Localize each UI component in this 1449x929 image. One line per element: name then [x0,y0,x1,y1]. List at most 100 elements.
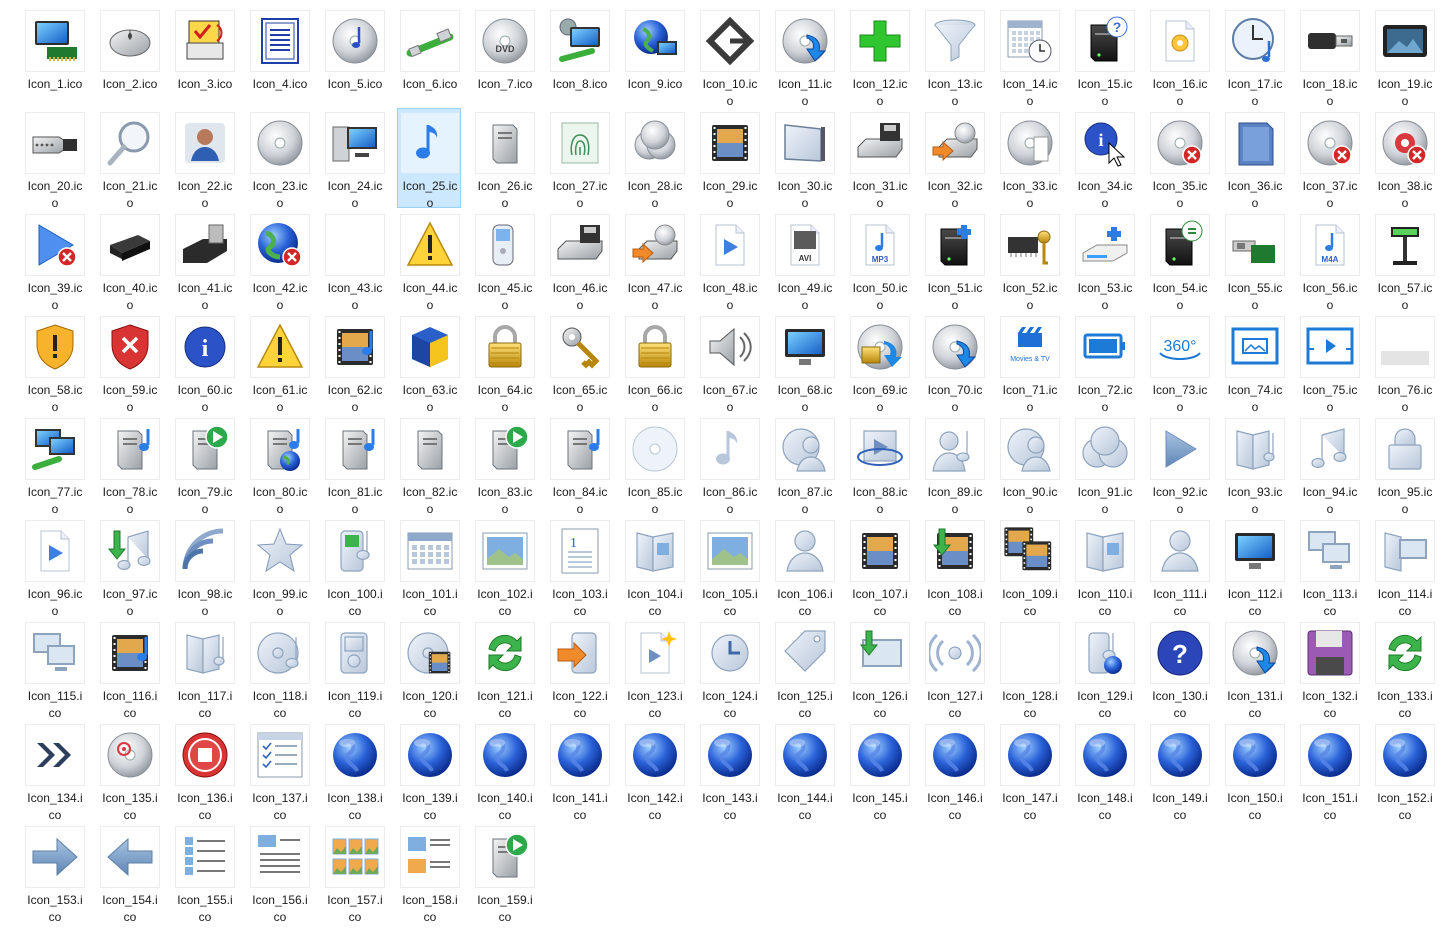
file-item[interactable]: Icon_36.ic o [1222,108,1286,210]
file-item[interactable]: Icon_57.ic o [1372,210,1436,312]
file-item[interactable]: Icon_6.ico [397,6,461,106]
file-item[interactable]: Icon_26.ic o [472,108,536,210]
file-item[interactable]: Icon_66.ic o [622,312,686,414]
file-item[interactable]: Icon_158.i co [397,822,461,924]
file-item[interactable]: Icon_3.ico [172,6,236,106]
file-item[interactable]: Icon_30.ic o [772,108,836,210]
file-item[interactable]: Icon_11.ic o [772,6,836,108]
file-item[interactable]: Icon_10.ic o [697,6,761,108]
file-item[interactable]: Icon_122.i co [547,618,611,720]
file-item[interactable]: Icon_144.i co [772,720,836,822]
file-item[interactable]: Icon_22.ic o [172,108,236,210]
file-item[interactable]: Icon_149.i co [1147,720,1211,822]
file-item[interactable]: Icon_2.ico [97,6,161,106]
file-item[interactable]: Icon_65.ic o [547,312,611,414]
file-item[interactable]: Icon_27.ic o [547,108,611,210]
file-item[interactable]: Icon_104.i co [622,516,686,618]
file-item[interactable]: Icon_153.i co [22,822,86,924]
file-item[interactable]: Icon_74.ic o [1222,312,1286,414]
file-item[interactable]: Icon_110.i co [1072,516,1136,618]
file-item[interactable]: Icon_139.i co [397,720,461,822]
file-item[interactable]: Icon_8.ico [547,6,611,106]
file-item[interactable]: Icon_145.i co [847,720,911,822]
file-item[interactable]: Icon_51.ic o [922,210,986,312]
file-item[interactable]: Icon_47.ic o [622,210,686,312]
file-item[interactable]: Icon_52.ic o [997,210,1061,312]
file-item[interactable]: Icon_151.i co [1297,720,1361,822]
file-item[interactable]: Icon_119.i co [322,618,386,720]
file-item[interactable]: Icon_118.i co [247,618,311,720]
file-item[interactable]: Icon_69.ic o [847,312,911,414]
file-item[interactable]: Icon_37.ic o [1297,108,1361,210]
file-item[interactable]: Icon_45.ic o [472,210,536,312]
file-item[interactable]: Icon_102.i co [472,516,536,618]
file-item[interactable]: Icon_111.i co [1147,516,1211,618]
file-item[interactable]: Icon_101.i co [397,516,461,618]
file-item[interactable]: 360° Icon_73.ic o [1147,312,1211,414]
file-item[interactable]: Icon_76.ic o [1372,312,1436,414]
file-item[interactable]: Icon_113.i co [1297,516,1361,618]
file-item[interactable]: Icon_114.i co [1372,516,1436,618]
file-item[interactable]: Icon_41.ic o [172,210,236,312]
file-item[interactable]: Icon_154.i co [97,822,161,924]
file-item[interactable]: Icon_83.ic o [472,414,536,516]
file-item[interactable]: Icon_98.ic o [172,516,236,618]
file-item[interactable]: Icon_24.ic o [322,108,386,210]
file-item[interactable]: Icon_43.ic o [322,210,386,312]
file-item[interactable]: Icon_132.i co [1297,618,1361,720]
file-item[interactable]: Icon_19.ic o [1372,6,1436,108]
file-item[interactable]: Icon_17.ic o [1222,6,1286,108]
file-item[interactable]: Icon_85.ic o [622,414,686,516]
file-item[interactable]: Icon_33.ic o [997,108,1061,210]
file-item[interactable]: Icon_92.ic o [1147,414,1211,516]
file-item[interactable]: Icon_44.ic o [397,210,461,312]
file-item[interactable]: Icon_53.ic o [1072,210,1136,312]
file-item[interactable]: Icon_133.i co [1372,618,1436,720]
file-item[interactable]: Icon_155.i co [172,822,236,924]
file-item[interactable]: Icon_46.ic o [547,210,611,312]
file-item[interactable]: Icon_64.ic o [472,312,536,414]
file-item[interactable]: Icon_124.i co [697,618,761,720]
file-item[interactable]: Icon_108.i co [922,516,986,618]
file-item[interactable]: Icon_86.ic o [697,414,761,516]
file-item[interactable]: Icon_127.i co [922,618,986,720]
file-item[interactable]: Icon_97.ic o [97,516,161,618]
file-item[interactable]: Icon_90.ic o [997,414,1061,516]
file-item[interactable]: Icon_67.ic o [697,312,761,414]
file-item[interactable]: Icon_138.i co [322,720,386,822]
file-item[interactable]: Icon_115.i co [22,618,86,720]
file-item[interactable]: i Icon_60.ic o [172,312,236,414]
file-item[interactable]: Icon_4.ico [247,6,311,106]
file-item[interactable]: Icon_146.i co [922,720,986,822]
file-item[interactable]: Icon_81.ic o [322,414,386,516]
file-item[interactable]: Icon_12.ic o [847,6,911,108]
file-item[interactable]: Icon_105.i co [697,516,761,618]
file-item[interactable]: AVI Icon_49.ic o [772,210,836,312]
file-item[interactable]: Icon_68.ic o [772,312,836,414]
file-item[interactable]: Icon_143.i co [697,720,761,822]
file-item[interactable]: Icon_87.ic o [772,414,836,516]
file-item[interactable]: Icon_156.i co [247,822,311,924]
file-item[interactable]: Icon_89.ic o [922,414,986,516]
file-item[interactable]: Icon_91.ic o [1072,414,1136,516]
file-item[interactable]: Icon_40.ic o [97,210,161,312]
file-item[interactable]: Icon_142.i co [622,720,686,822]
file-item[interactable]: Icon_152.i co [1372,720,1436,822]
file-item[interactable]: Icon_48.ic o [697,210,761,312]
file-item[interactable]: Icon_131.i co [1222,618,1286,720]
file-item[interactable]: Icon_62.ic o [322,312,386,414]
file-item[interactable]: Icon_94.ic o [1297,414,1361,516]
file-item[interactable]: Icon_42.ic o [247,210,311,312]
file-item[interactable]: Icon_31.ic o [847,108,911,210]
file-item[interactable]: Icon_61.ic o [247,312,311,414]
file-item[interactable]: Icon_20.ic o [22,108,86,210]
file-item[interactable]: Icon_134.i co [22,720,86,822]
file-item[interactable]: Icon_136.i co [172,720,236,822]
file-item[interactable]: MP3 Icon_50.ic o [847,210,911,312]
file-item[interactable]: Icon_157.i co [322,822,386,924]
file-item[interactable]: Icon_126.i co [847,618,911,720]
file-item[interactable]: Icon_112.i co [1222,516,1286,618]
file-item[interactable]: Icon_78.ic o [97,414,161,516]
file-item[interactable]: Icon_1.ico [22,6,86,106]
file-item[interactable]: Icon_16.ic o [1147,6,1211,108]
